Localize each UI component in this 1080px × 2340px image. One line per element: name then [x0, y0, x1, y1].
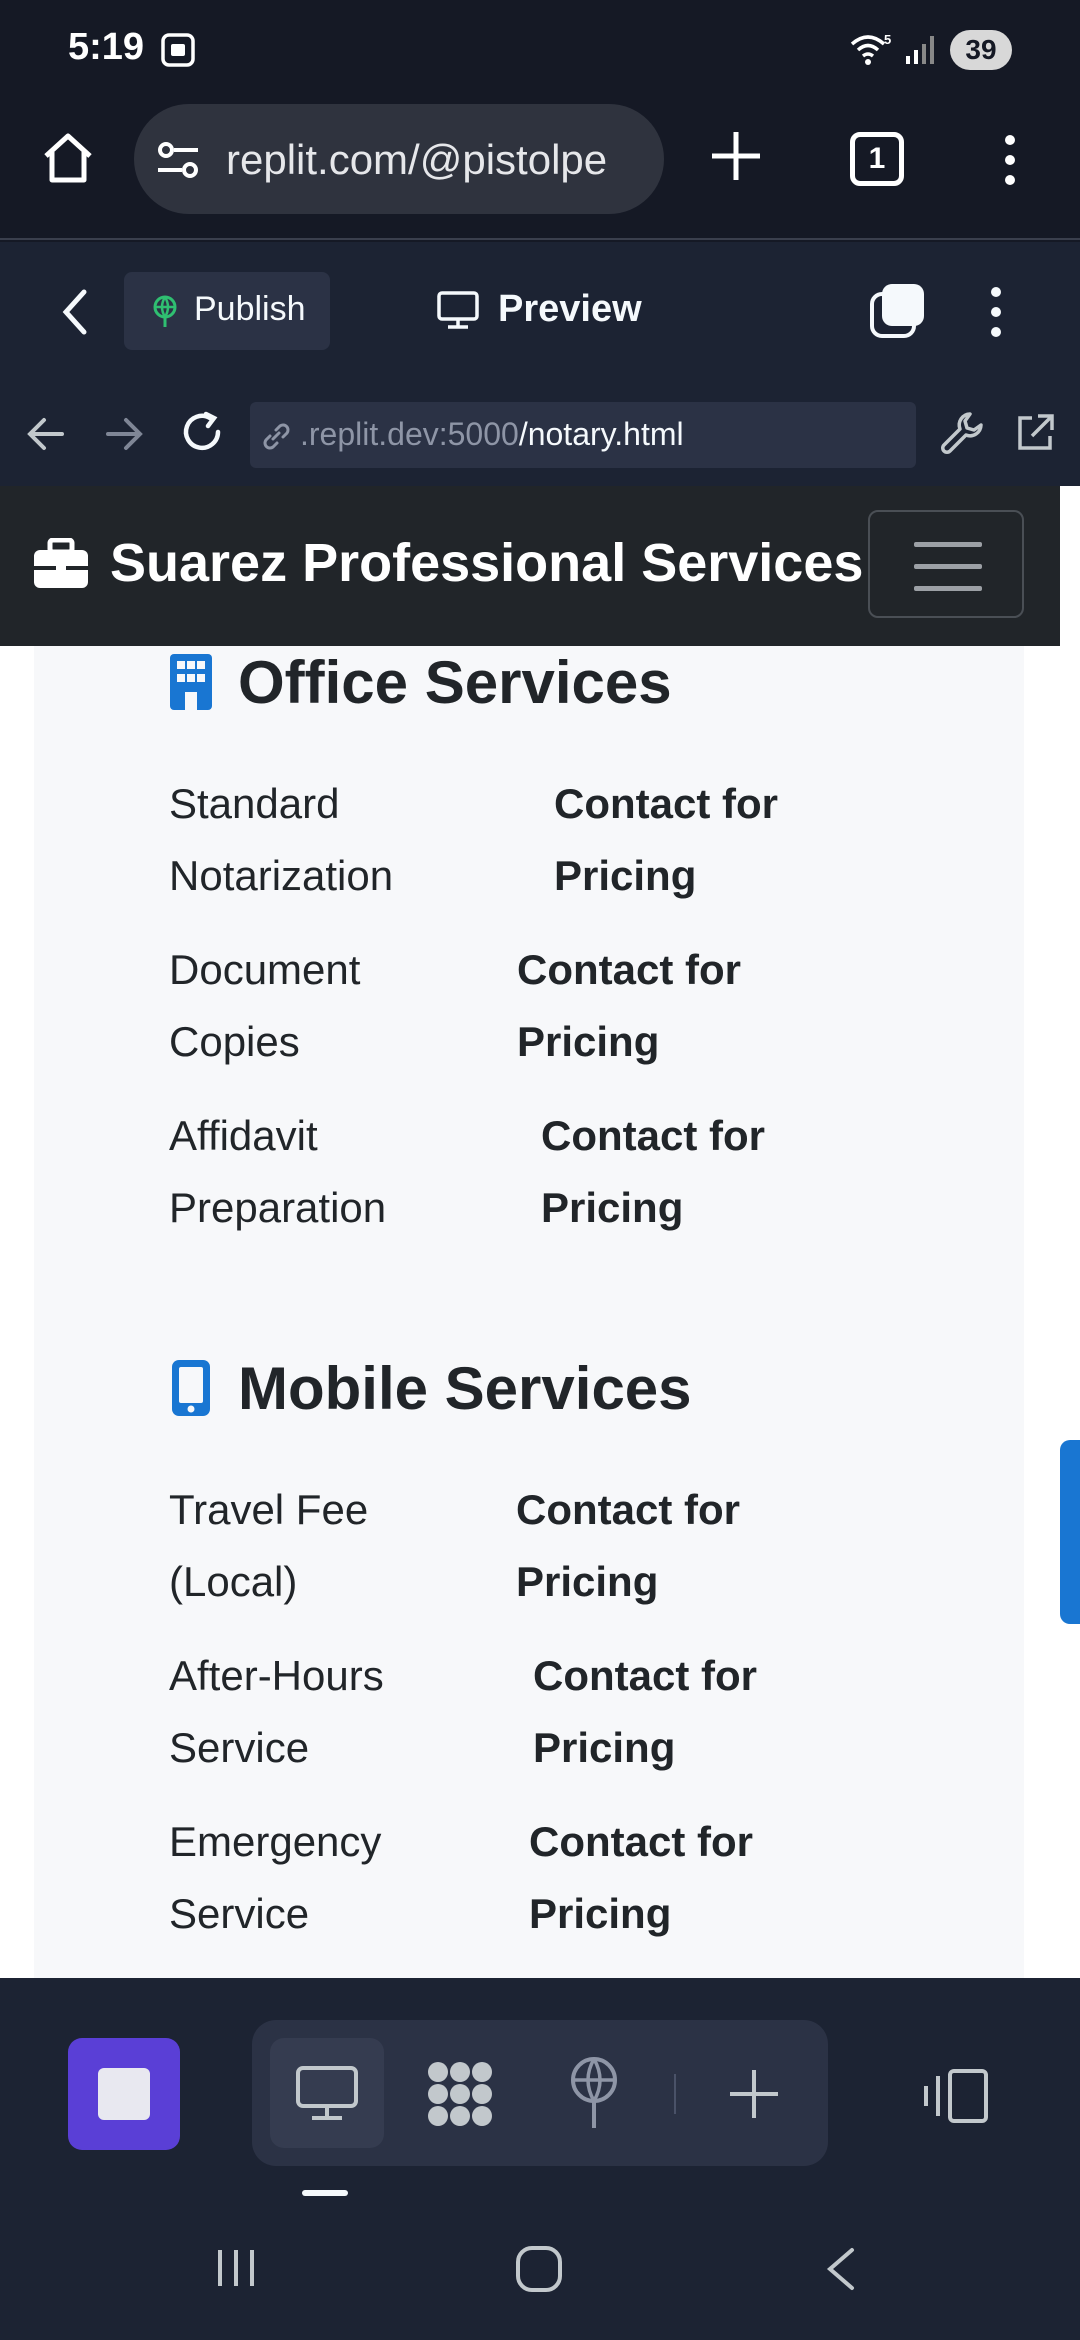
service-price: Contact for Pricing [541, 1112, 765, 1231]
webview-url-field[interactable]: .replit.dev:5000/notary.html [250, 402, 916, 468]
mobile-phone-icon [172, 1360, 210, 1416]
scrollbar-thumb[interactable] [1060, 1440, 1080, 1624]
wifi-icon: 5 [850, 32, 891, 65]
tab-preview[interactable] [270, 2038, 384, 2148]
tab-switcher-button[interactable]: 1 [850, 132, 904, 186]
reload-icon[interactable] [180, 410, 226, 456]
scrollbar-track [1060, 486, 1080, 1978]
service-name: Travel Fee (Local) [169, 1486, 369, 1605]
bottom-tab-group [252, 2020, 828, 2166]
hamburger-line [914, 586, 982, 591]
add-tab-icon[interactable] [728, 2068, 780, 2120]
wrench-icon[interactable] [940, 410, 986, 456]
hamburger-line [914, 542, 982, 547]
web-page: Suarez Professional Services Office Serv… [0, 486, 1080, 1978]
chevron-left-icon[interactable] [56, 286, 96, 338]
replit-toolbar: Publish Preview [0, 242, 1080, 382]
service-price: Contact for Pricing [554, 780, 778, 899]
window-overlap-icon[interactable] [868, 282, 926, 340]
status-bar: 5:19 5 39 [0, 0, 1080, 100]
site-navbar: Suarez Professional Services [0, 486, 1060, 646]
address-bar-url: replit.com/@pistolpe [226, 136, 608, 183]
hamburger-line [914, 564, 982, 569]
pricing-card: Office Services Standard Notarization Co… [34, 646, 1024, 1978]
more-vert-icon[interactable] [984, 284, 1008, 340]
service-name: Document Copies [169, 946, 361, 1065]
tab-divider [674, 2074, 676, 2114]
site-settings-icon[interactable] [156, 140, 200, 180]
preview-label: Preview [498, 288, 642, 330]
service-name: Standard Notarization [169, 780, 394, 899]
webview-url: .replit.dev:5000/notary.html [300, 416, 684, 453]
section-title-mobile: Mobile Services [238, 1355, 692, 1422]
briefcase-icon [34, 538, 88, 588]
monitor-icon [296, 2066, 358, 2120]
webview-url-path: /notary.html [518, 416, 684, 452]
globe-antenna-icon [153, 295, 177, 327]
stop-icon [98, 2068, 150, 2120]
battery-badge: 39 [950, 30, 1012, 70]
publish-label: Publish [194, 290, 306, 328]
home-icon[interactable] [38, 128, 98, 188]
more-vert-icon[interactable] [998, 132, 1022, 188]
home-button-icon[interactable] [514, 2244, 564, 2294]
arrow-right-icon[interactable] [104, 414, 144, 454]
signal-icon [906, 36, 934, 64]
publish-button[interactable]: Publish [124, 272, 330, 350]
service-name: Affidavit Preparation [169, 1112, 387, 1231]
external-link-icon[interactable] [1014, 412, 1056, 454]
webview-url-host: .replit.dev:5000 [300, 416, 519, 452]
agent-grid-icon[interactable] [424, 2058, 496, 2130]
monitor-icon [437, 291, 479, 329]
building-icon [170, 654, 212, 710]
service-price: Contact for Pricing [533, 1652, 757, 1771]
deploy-globe-icon[interactable] [566, 2056, 622, 2130]
service-price: Contact for Pricing [517, 946, 741, 1065]
stop-button[interactable] [68, 2038, 180, 2150]
android-nav-bar [0, 2198, 1080, 2340]
active-tab-indicator [302, 2190, 348, 2196]
link-icon [263, 423, 290, 450]
service-name: Emergency Service [169, 1818, 382, 1937]
wifi-label: 5 [884, 32, 891, 47]
chrome-toolbar: replit.com/@pistolpe 1 [0, 100, 1080, 240]
panels-icon[interactable] [922, 2068, 990, 2124]
section-title-office: Office Services [238, 649, 672, 716]
address-bar[interactable]: replit.com/@pistolpe [134, 104, 664, 214]
site-brand[interactable]: Suarez Professional Services [110, 532, 863, 594]
new-tab-icon[interactable] [708, 128, 764, 184]
service-name: After-Hours Service [169, 1652, 384, 1771]
recent-apps-icon[interactable] [214, 2246, 258, 2290]
service-price: Contact for Pricing [516, 1486, 740, 1605]
status-time: 5:19 [68, 26, 145, 68]
service-price: Contact for Pricing [529, 1818, 753, 1937]
back-button-icon[interactable] [822, 2246, 858, 2292]
screenshot-icon [161, 33, 195, 67]
replit-bottom-bar [0, 1978, 1080, 2198]
webview-nav-bar: .replit.dev:5000/notary.html [0, 382, 1080, 486]
navbar-toggle-button[interactable] [868, 510, 1024, 618]
arrow-left-icon[interactable] [26, 414, 66, 454]
